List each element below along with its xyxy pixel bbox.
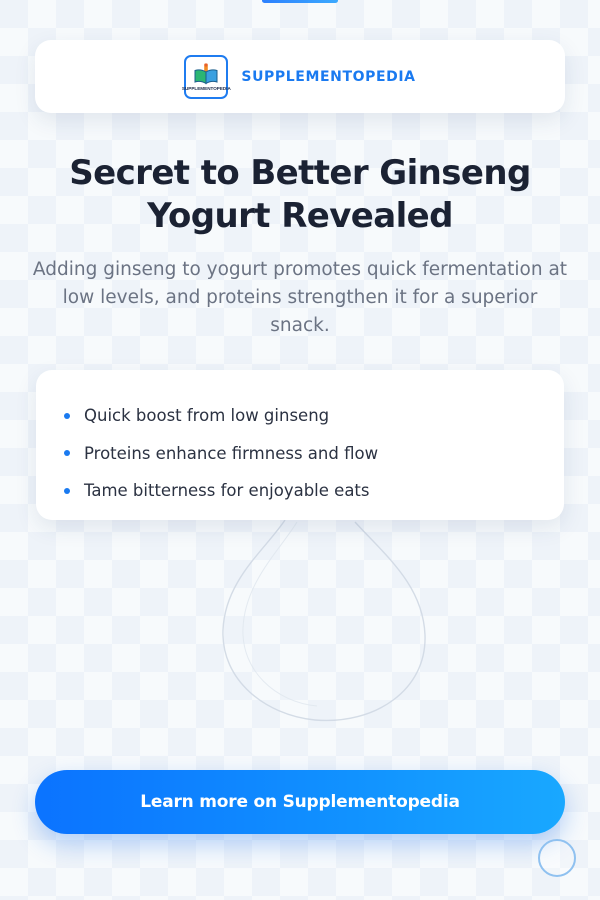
floating-circle-button[interactable]	[538, 839, 576, 877]
list-item-text: Proteins enhance firmness and flow	[84, 443, 379, 463]
bullet-dot-icon	[64, 412, 70, 419]
brand-name[interactable]: SUPPLEMENTOPEDIA	[241, 69, 415, 85]
list-item-text: Quick boost from low ginseng	[84, 406, 330, 426]
logo-caption: SUPPLEMENTOPEDIA	[181, 85, 231, 91]
list-item-text: Tame bitterness for enjoyable eats	[84, 481, 370, 501]
page-subtitle: Adding ginseng to yogurt promotes quick …	[32, 259, 568, 336]
list-item: Tame bitterness for enjoyable eats	[64, 472, 564, 510]
bullet-dot-icon	[64, 487, 70, 494]
benefits-list: Quick boost from low ginseng Proteins en…	[64, 397, 564, 510]
brand-logo[interactable]: SUPPLEMENTOPEDIA	[181, 54, 231, 99]
bullet-dot-icon	[64, 450, 70, 457]
benefits-card: Quick boost from low ginseng Proteins en…	[36, 370, 564, 520]
brand-header[interactable]: SUPPLEMENTOPEDIA SUPPLEMENTOPEDIA	[35, 40, 565, 113]
open-book-icon	[194, 62, 218, 84]
list-item: Quick boost from low ginseng	[64, 397, 564, 435]
top-accent-bar	[262, 0, 338, 3]
list-item: Proteins enhance firmness and flow	[64, 435, 564, 473]
page-title: Secret to Better Ginseng Yogurt Revealed	[69, 153, 531, 236]
bottle-outline-decoration	[222, 519, 426, 722]
learn-more-button[interactable]: Learn more on Supplementopedia	[35, 770, 565, 834]
